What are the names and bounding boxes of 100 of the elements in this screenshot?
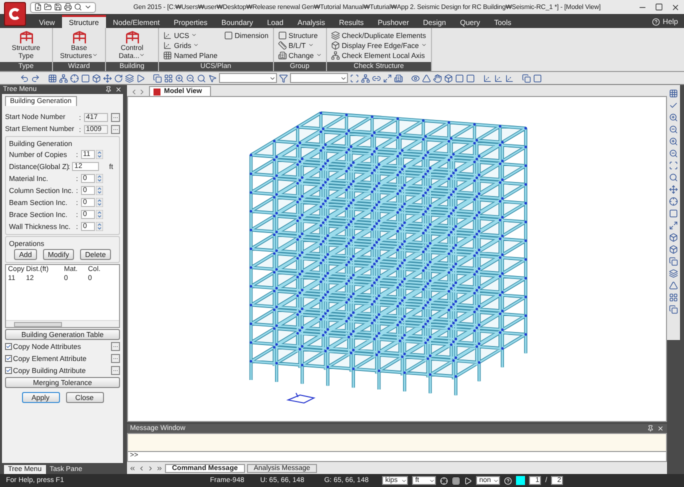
grid-icon[interactable]: [48, 74, 57, 82]
move-icon[interactable]: [669, 185, 678, 194]
maximize-icon[interactable]: [383, 74, 392, 82]
plane-icon: [278, 30, 287, 40]
zoom-out-icon[interactable]: [186, 74, 195, 82]
triangle-icon[interactable]: [422, 74, 431, 82]
undo-icon[interactable]: [20, 74, 29, 82]
help-icon[interactable]: [504, 476, 512, 484]
layout-icon[interactable]: [164, 74, 173, 82]
square-icon[interactable]: [466, 74, 475, 82]
building-icon[interactable]: [394, 74, 403, 82]
maximize-icon[interactable]: [669, 221, 678, 230]
previous-icon[interactable]: [138, 464, 145, 472]
crosshair-icon[interactable]: [70, 74, 79, 82]
checkbox[interactable]: [5, 343, 12, 350]
maximize-icon[interactable]: [655, 2, 663, 10]
box-icon[interactable]: [92, 74, 101, 82]
printer-icon[interactable]: [64, 3, 72, 11]
square-icon[interactable]: [533, 74, 542, 82]
scroll-left-icon[interactable]: [130, 88, 138, 96]
search-icon[interactable]: [74, 3, 82, 11]
rotate-icon[interactable]: [114, 74, 123, 82]
copy-icon[interactable]: [153, 74, 162, 82]
eye-icon[interactable]: [411, 74, 420, 82]
horizontal-scrollbar[interactable]: [6, 320, 119, 327]
spinner[interactable]: [96, 210, 103, 219]
help-icon: [652, 18, 660, 26]
link-icon[interactable]: [372, 74, 381, 82]
dropdown-field[interactable]: [219, 73, 277, 83]
network-icon[interactable]: [361, 74, 370, 82]
play-icon[interactable]: [136, 74, 145, 82]
redo-icon[interactable]: [31, 74, 40, 82]
dropdown-field[interactable]: [290, 73, 348, 83]
layers-icon[interactable]: [669, 269, 678, 278]
caret-icon: [429, 478, 436, 484]
hand-icon[interactable]: [433, 74, 442, 82]
dropdown-icon[interactable]: [84, 3, 92, 11]
spinner[interactable]: [96, 198, 103, 207]
dropdown-caret-icon: [139, 52, 146, 58]
axes-icon[interactable]: [505, 74, 514, 82]
triangle-icon[interactable]: [669, 281, 678, 290]
spinner[interactable]: [96, 222, 103, 231]
check-icon[interactable]: [669, 101, 678, 110]
zoom-in-icon[interactable]: [175, 74, 184, 82]
spinner[interactable]: [96, 150, 103, 159]
copy-icon[interactable]: [522, 74, 531, 82]
frame-icon: [18, 30, 34, 45]
move-icon[interactable]: [103, 74, 112, 82]
search-icon[interactable]: [669, 173, 678, 182]
scan-icon[interactable]: [350, 74, 359, 82]
axes-icon[interactable]: [494, 74, 503, 82]
zoom-out-icon[interactable]: [669, 149, 678, 158]
box-icon[interactable]: [669, 245, 678, 254]
box-icon[interactable]: [444, 74, 453, 82]
layout-icon[interactable]: [669, 293, 678, 302]
checkbox[interactable]: [5, 355, 12, 362]
axes-icon[interactable]: [483, 74, 492, 82]
building-icon: [278, 50, 287, 60]
pointer-icon[interactable]: [208, 74, 217, 82]
model-canvas[interactable]: [127, 96, 667, 422]
dropdown-caret-icon: [92, 52, 98, 58]
plane-icon: [224, 30, 233, 40]
open-folder-icon[interactable]: [44, 3, 52, 11]
crosshair-icon[interactable]: [669, 197, 678, 206]
square-icon[interactable]: [455, 74, 464, 82]
zoom-out-icon[interactable]: [669, 125, 678, 134]
square-icon[interactable]: [669, 209, 678, 218]
copy-icon[interactable]: [669, 257, 678, 266]
scan-icon[interactable]: [669, 161, 678, 170]
copy-icon[interactable]: [669, 305, 678, 314]
filter-icon[interactable]: [279, 74, 288, 82]
pin-icon[interactable]: [105, 86, 112, 93]
pin-icon[interactable]: [647, 425, 654, 432]
box-icon: [330, 40, 340, 50]
zoom-in-icon[interactable]: [669, 137, 678, 146]
close-icon[interactable]: [671, 2, 680, 12]
color-swatch[interactable]: [516, 476, 526, 485]
box-icon[interactable]: [669, 233, 678, 242]
zoom-in-icon[interactable]: [669, 113, 678, 122]
square-icon[interactable]: [81, 74, 90, 82]
next-icon[interactable]: [147, 464, 154, 472]
layers-icon: [330, 30, 340, 40]
axes-icon: [163, 40, 172, 50]
view-icon: [153, 88, 161, 96]
app-logo[interactable]: [4, 2, 26, 26]
grid-icon[interactable]: [669, 89, 678, 98]
caret-icon: [401, 478, 408, 484]
dropdown-caret-icon: [420, 42, 427, 48]
last-icon[interactable]: [156, 464, 163, 472]
network-icon[interactable]: [59, 74, 68, 82]
search-icon[interactable]: [197, 74, 206, 82]
spinner[interactable]: [96, 186, 103, 195]
checkbox[interactable]: [5, 367, 12, 374]
first-icon[interactable]: [129, 464, 136, 472]
new-file-icon[interactable]: [34, 3, 42, 11]
layers-icon[interactable]: [125, 74, 134, 82]
save-icon[interactable]: [54, 3, 62, 11]
spinner[interactable]: [96, 174, 103, 183]
grid-icon: [163, 50, 172, 60]
scroll-right-icon[interactable]: [138, 88, 146, 96]
